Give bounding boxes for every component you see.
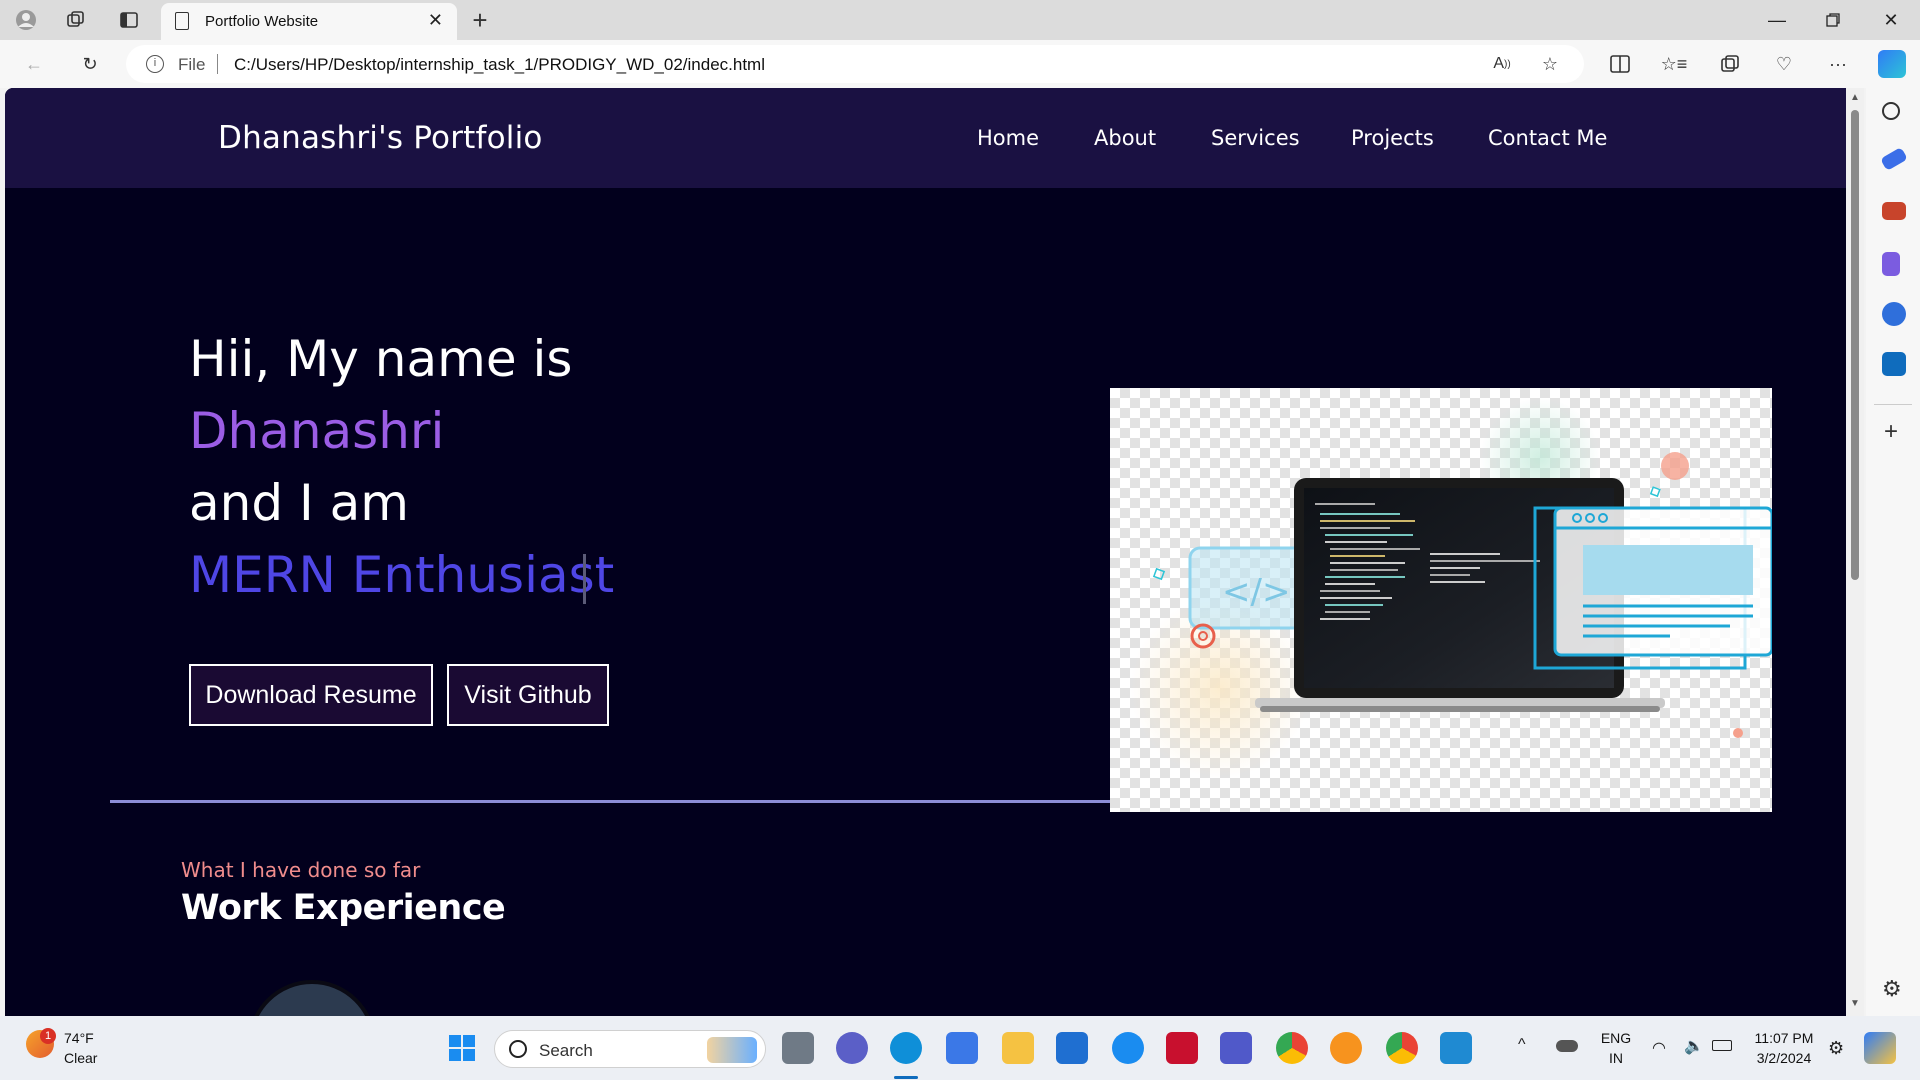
wifi-icon[interactable]: ◠ (1652, 1038, 1666, 1058)
info-icon[interactable]: i (146, 55, 164, 73)
address-separator (217, 54, 218, 74)
hero-laptop-illustration: </> (1110, 388, 1774, 812)
language-line1[interactable]: ENG (1600, 1030, 1632, 1046)
battery-icon[interactable] (1712, 1040, 1732, 1051)
hero-greeting: Hii, My name is (189, 330, 573, 388)
clock-time[interactable]: 11:07 PM (1746, 1030, 1822, 1046)
profile-icon[interactable] (14, 8, 38, 32)
experience-avatar (248, 980, 376, 1016)
url-text[interactable]: C:/Users/HP/Desktop/internship_task_1/PR… (234, 55, 765, 75)
restore-icon[interactable] (1808, 6, 1858, 34)
file-label: File (178, 55, 206, 74)
browser-toolbar: ← ↻ i File C:/Users/HP/Desktop/internshi… (0, 40, 1920, 88)
nav-projects[interactable]: Projects (1351, 126, 1434, 150)
taskbar-search[interactable]: Search (494, 1030, 766, 1068)
site-brand[interactable]: Dhanashri's Portfolio (218, 120, 543, 156)
hero-divider (110, 800, 1115, 803)
weather-desc[interactable]: Clear (64, 1050, 97, 1066)
hero-name: Dhanashri (189, 402, 445, 460)
section-subtitle: What I have done so far (181, 858, 421, 882)
jupyter-icon[interactable] (1330, 1032, 1362, 1064)
nav-contact[interactable]: Contact Me (1488, 126, 1607, 150)
sidebar-divider (1874, 404, 1912, 405)
edge-sidebar: + ⚙ (1866, 88, 1920, 1016)
show-hidden-icons[interactable]: ^ (1518, 1036, 1526, 1054)
mcafee-icon[interactable] (1166, 1032, 1198, 1064)
onedrive-icon[interactable] (1556, 1040, 1578, 1052)
vertical-tabs-icon[interactable] (117, 8, 141, 32)
minimize-icon[interactable]: — (1752, 6, 1802, 34)
microsoft-365-icon[interactable] (1882, 302, 1906, 326)
section-title: Work Experience (181, 888, 506, 928)
refresh-icon[interactable]: ↻ (76, 50, 104, 78)
favorite-star-icon[interactable]: ☆ (1536, 50, 1564, 78)
tools-icon[interactable] (1882, 202, 1906, 220)
games-icon[interactable] (1882, 252, 1900, 276)
page-icon (175, 12, 189, 30)
scrollbar-thumb[interactable] (1851, 110, 1859, 580)
search-icon (509, 1040, 527, 1058)
hero-role: MERN Enthusiast (189, 546, 615, 604)
favorites-icon[interactable]: ☆≡ (1660, 50, 1688, 78)
copilot-icon[interactable] (1878, 50, 1906, 78)
weather-badge: 1 (40, 1028, 56, 1044)
outlook-icon[interactable] (1882, 352, 1906, 376)
chrome-profile-icon[interactable] (1386, 1032, 1418, 1064)
browser-tab-strip: Portfolio Website ✕ + — ✕ (0, 0, 1920, 40)
tab-title: Portfolio Website (205, 13, 319, 30)
add-sidebar-app-icon[interactable]: + (1884, 418, 1898, 446)
language-line2[interactable]: IN (1600, 1050, 1632, 1066)
teams-icon[interactable] (1220, 1032, 1252, 1064)
scroll-down-icon[interactable]: ▼ (1850, 998, 1860, 1009)
collections-icon[interactable] (1716, 50, 1744, 78)
clock-date[interactable]: 3/2/2024 (1746, 1050, 1822, 1066)
scroll-up-icon[interactable]: ▲ (1850, 92, 1860, 103)
chat-icon[interactable] (836, 1032, 868, 1064)
close-tab-icon[interactable]: ✕ (428, 10, 443, 31)
more-options-icon[interactable]: ··· (1824, 50, 1852, 78)
visit-github-button[interactable]: Visit Github (447, 664, 609, 726)
read-aloud-icon[interactable]: A)) (1488, 50, 1516, 78)
nav-home[interactable]: Home (977, 126, 1039, 150)
volume-icon[interactable]: 🔈 (1684, 1036, 1704, 1056)
active-tab[interactable]: Portfolio Website ✕ (161, 3, 457, 40)
nav-about[interactable]: About (1094, 126, 1156, 150)
back-icon[interactable]: ← (20, 50, 48, 78)
windows-taskbar: 1 74°F Clear Search ^ ENG IN ◠ 🔈 11:07 P… (0, 1016, 1920, 1080)
svg-text:</>: </> (1222, 572, 1290, 612)
nav-services[interactable]: Services (1211, 126, 1300, 150)
store-icon[interactable] (946, 1032, 978, 1064)
file-explorer-icon[interactable] (1002, 1032, 1034, 1064)
page-scrollbar[interactable]: ▲ ▼ (1846, 88, 1864, 1016)
site-navbar: Dhanashri's Portfolio Home About Service… (5, 88, 1846, 188)
workspaces-icon[interactable] (64, 8, 88, 32)
new-tab-icon[interactable]: + (468, 5, 492, 35)
chrome-icon[interactable] (1276, 1032, 1308, 1064)
vscode-icon[interactable] (1440, 1032, 1472, 1064)
task-view-icon[interactable] (782, 1032, 814, 1064)
close-window-icon[interactable]: ✕ (1866, 6, 1916, 34)
copilot-taskbar-icon[interactable] (1864, 1032, 1896, 1064)
page-viewport: Dhanashri's Portfolio Home About Service… (5, 88, 1846, 1016)
download-resume-button[interactable]: Download Resume (189, 664, 433, 726)
notification-settings-icon[interactable]: ⚙ (1828, 1038, 1844, 1059)
sidebar-settings-icon[interactable]: ⚙ (1882, 976, 1902, 1002)
shopping-tag-icon[interactable] (1880, 146, 1908, 172)
search-label: Search (539, 1041, 593, 1060)
start-icon[interactable] (446, 1032, 478, 1064)
browser-essentials-icon[interactable]: ♡ (1770, 50, 1798, 78)
typing-cursor (583, 554, 586, 604)
address-bar[interactable]: i File C:/Users/HP/Desktop/internship_ta… (126, 45, 1584, 83)
search-icon[interactable] (1882, 102, 1900, 120)
active-app-indicator (894, 1076, 918, 1079)
edge-taskbar-icon[interactable] (890, 1032, 922, 1064)
hero-and-i-am: and I am (189, 474, 409, 532)
weather-temp[interactable]: 74°F (64, 1030, 94, 1046)
help-icon[interactable] (1112, 1032, 1144, 1064)
split-screen-icon[interactable] (1606, 50, 1634, 78)
myhp-icon[interactable] (1056, 1032, 1088, 1064)
search-highlight-icon (707, 1037, 757, 1063)
